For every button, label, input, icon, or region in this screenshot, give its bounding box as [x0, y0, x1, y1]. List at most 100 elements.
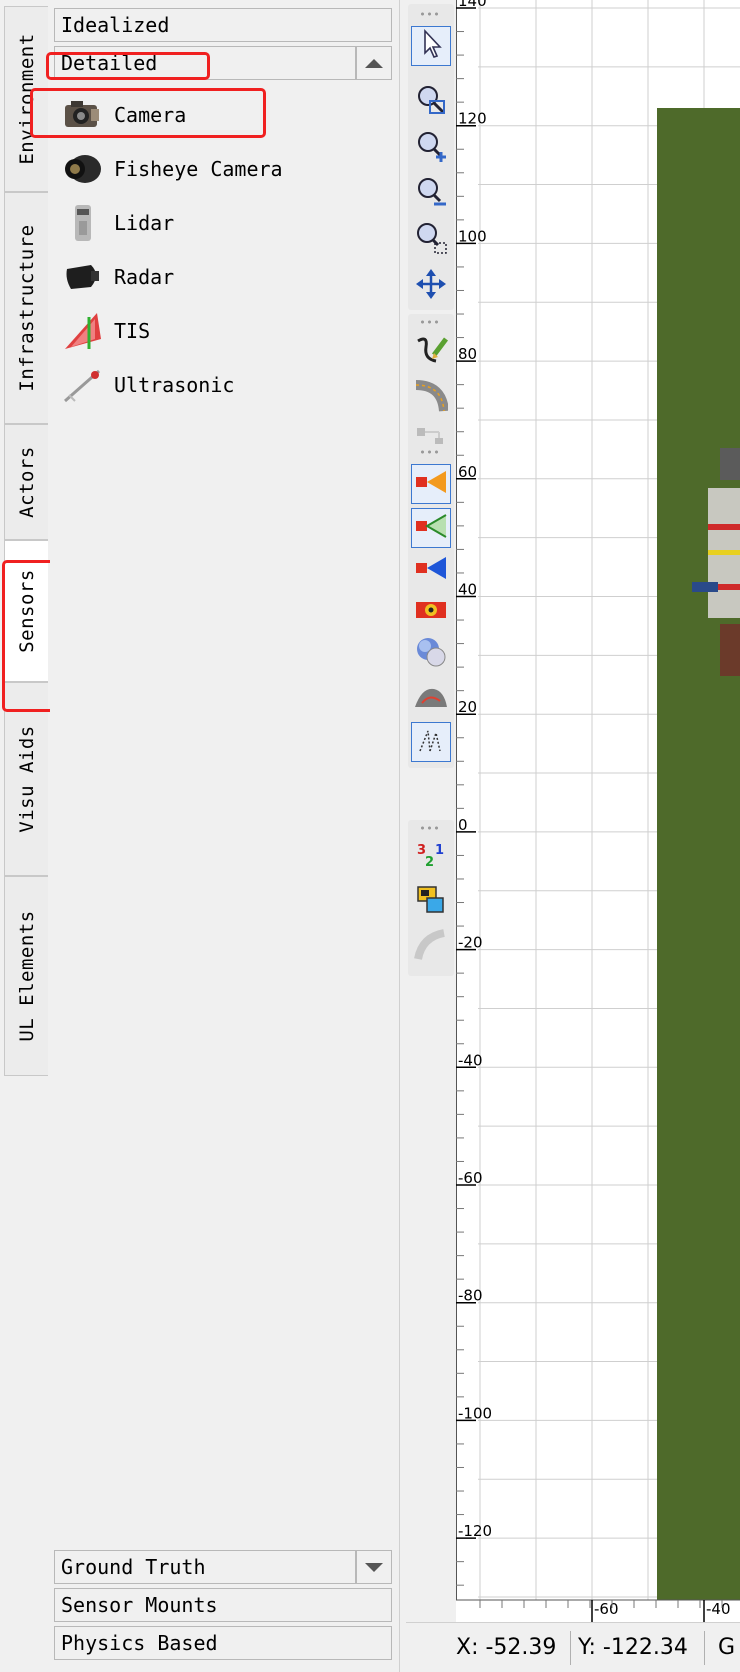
camera-icon: [60, 92, 106, 138]
item-label: Camera: [114, 103, 187, 127]
x-tick-label: -40: [706, 1600, 731, 1618]
group-label: Sensor Mounts: [61, 1593, 218, 1617]
toolbar-grip[interactable]: [419, 826, 441, 830]
zoom-region-button[interactable]: [411, 220, 451, 260]
y-tick-label: 120: [458, 110, 487, 128]
group-physics-based[interactable]: Physics Based: [54, 1626, 392, 1660]
tab-infrastructure[interactable]: Infrastructure: [4, 192, 48, 424]
list-item-tis[interactable]: TIS: [54, 304, 392, 358]
chevron-up-icon: [365, 58, 383, 68]
y-tick-label: -20: [458, 934, 483, 952]
status-g-field: G: [718, 1635, 736, 1660]
trajectory-icon: [416, 725, 446, 760]
tis-icon: [60, 308, 106, 354]
sensor-target-button[interactable]: [411, 592, 451, 632]
y-tick-label: 140: [458, 0, 487, 10]
item-label: TIS: [114, 319, 151, 343]
scene-viewport[interactable]: 140 120 100 80 60 40 20 0 -20 -40 -60 -80 -100 -120 -…: [456, 0, 740, 1622]
tab-environment[interactable]: Environment: [4, 6, 48, 192]
select-arrow-icon: [417, 28, 445, 64]
tab-sensors[interactable]: Sensors: [4, 540, 48, 682]
group-detailed[interactable]: Detailed: [54, 46, 356, 80]
sensor-target-icon: [414, 598, 448, 627]
curved-road-icon: [414, 379, 449, 418]
group-label: Detailed: [61, 51, 158, 75]
cursor-y-readout: Y: -122.34: [578, 1635, 688, 1660]
tab-label: Environment: [15, 33, 38, 165]
tab-label: Infrastructure: [15, 224, 38, 392]
sensor-orange-button[interactable]: [411, 464, 451, 504]
list-item-ultrasonic[interactable]: Ultrasonic: [54, 358, 392, 412]
sensor-blue-button[interactable]: [411, 550, 451, 590]
list-item-lidar[interactable]: Lidar: [54, 196, 392, 250]
lidar-icon: [60, 200, 106, 246]
ultrasonic-icon: [60, 362, 106, 408]
select-arrow-button[interactable]: [411, 26, 451, 66]
curved-road-button[interactable]: [411, 378, 451, 418]
collapse-up-button[interactable]: [356, 46, 392, 80]
list-item-fisheye-camera[interactable]: Fisheye Camera: [54, 142, 392, 196]
tab-actors[interactable]: Actors: [4, 424, 48, 540]
item-label: Ultrasonic: [114, 373, 235, 397]
arc-button[interactable]: [411, 928, 451, 968]
sensor-blue-icon: [414, 554, 448, 587]
y-tick-label: 100: [458, 227, 487, 245]
group-idealized[interactable]: Idealized: [54, 8, 392, 42]
svg-text:2: 2: [425, 855, 434, 870]
tab-label: Visu Aids: [15, 725, 38, 833]
item-label: Radar: [114, 265, 175, 289]
y-tick-label: 0: [458, 816, 468, 834]
draw-road-button[interactable]: [411, 332, 451, 372]
y-tick-label: -80: [458, 1287, 483, 1305]
side-tab-strip: Environment Infrastructure Actors Sensor…: [0, 0, 50, 1672]
tab-label: Sensors: [15, 569, 38, 653]
zoom-out-button[interactable]: [411, 174, 451, 214]
group-label: Physics Based: [61, 1631, 218, 1655]
group-sensor-mounts[interactable]: Sensor Mounts: [54, 1588, 392, 1622]
palette-panel: Idealized Detailed Camera Fisheye Camera…: [50, 0, 400, 1672]
pan-button[interactable]: [411, 266, 451, 306]
status-divider: [570, 1631, 571, 1665]
status-divider: [704, 1631, 705, 1665]
toolbar-grip[interactable]: [419, 12, 441, 16]
tab-label: UL Elements: [15, 910, 38, 1042]
scene-canvas[interactable]: 140 120 100 80 60 40 20 0 -20 -40 -60 -80 -100 -120 -…: [456, 0, 740, 1622]
item-label: Lidar: [114, 211, 175, 235]
zoom-in-button[interactable]: [411, 128, 451, 168]
draw-road-icon: [414, 333, 448, 372]
list-item-camera[interactable]: Camera: [54, 88, 392, 142]
list-item-radar[interactable]: Radar: [54, 250, 392, 304]
y-tick-label: -60: [458, 1169, 483, 1187]
terrain-icon: [414, 683, 448, 714]
sensor-green-icon: [414, 512, 448, 545]
tab-visu-aids[interactable]: Visu Aids: [4, 682, 48, 876]
toolbar-grip[interactable]: [419, 320, 441, 324]
radar-icon: [60, 254, 106, 300]
tab-label: Actors: [15, 446, 38, 518]
numbering-button[interactable]: 321: [411, 838, 451, 878]
zoom-region-icon: [414, 221, 448, 260]
x-tick-label: -60: [594, 1600, 619, 1618]
trajectory-button[interactable]: [411, 722, 451, 762]
zoom-out-icon: [414, 175, 448, 214]
tab-ul-elements[interactable]: UL Elements: [4, 876, 48, 1076]
toolbar-group-misc: 321: [408, 820, 454, 976]
chevron-down-icon: [365, 1562, 383, 1572]
group-ground-truth[interactable]: Ground Truth: [54, 1550, 356, 1584]
y-tick-label: 60: [458, 463, 477, 481]
y-axis-ruler: 140 120 100 80 60 40 20 0 -20 -40 -60 -80 -100 -120: [456, 0, 492, 1622]
y-tick-label: 40: [458, 581, 477, 599]
numbering-icon: 321: [415, 840, 447, 877]
globe-button[interactable]: [411, 634, 451, 674]
expand-down-button[interactable]: [356, 1550, 392, 1584]
toolbar-grip[interactable]: [419, 450, 441, 454]
terrain-button[interactable]: [411, 678, 451, 718]
tool-bar: 321: [406, 0, 456, 1672]
layers-button[interactable]: [411, 882, 451, 922]
sensor-green-button[interactable]: [411, 508, 451, 548]
toolbar-group-sensors: [408, 444, 454, 768]
y-tick-label: 80: [458, 345, 477, 363]
zoom-fit-button[interactable]: [411, 82, 451, 122]
y-tick-label: -100: [458, 1404, 492, 1422]
toolbar-group-navigation: [408, 4, 454, 310]
